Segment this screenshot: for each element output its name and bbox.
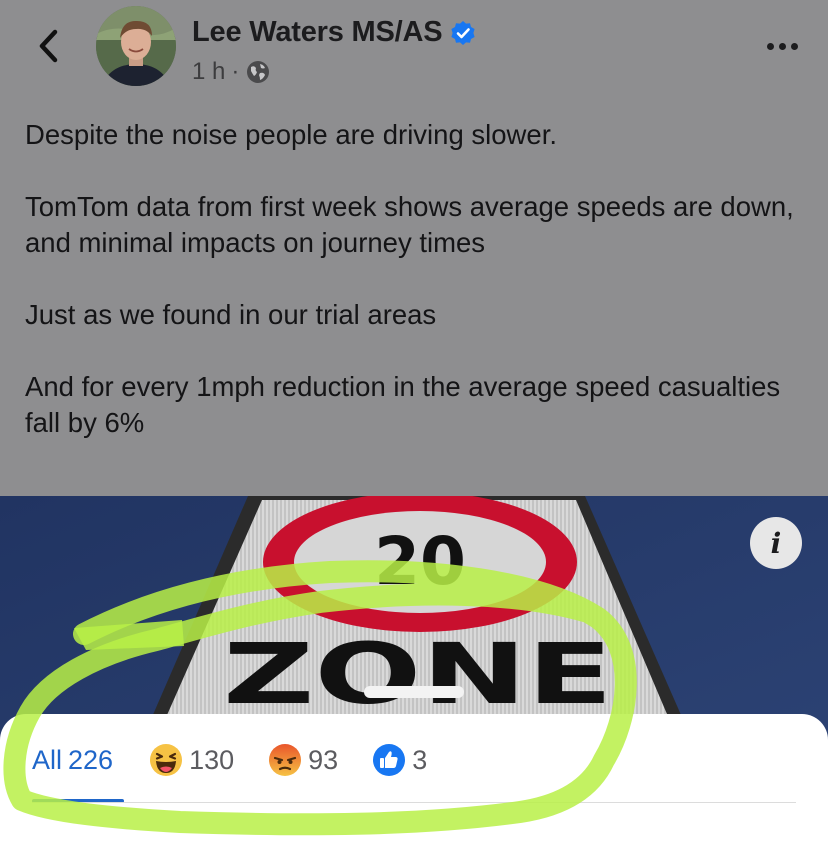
tabs-divider — [32, 802, 796, 803]
more-dot — [790, 42, 798, 50]
verified-badge-icon — [451, 20, 475, 45]
like-icon — [373, 744, 406, 776]
tab-all[interactable]: All 226 — [32, 745, 113, 776]
avatar[interactable] — [96, 6, 176, 86]
post-paragraph: TomTom data from first week shows averag… — [25, 191, 794, 258]
post-paragraph: And for every 1mph reduction in the aver… — [25, 371, 781, 438]
tab-all-count: 226 — [68, 744, 114, 775]
angry-emoji-icon — [269, 744, 302, 776]
post-text: Despite the noise people are driving slo… — [25, 117, 815, 441]
sign-number: 20 — [374, 523, 466, 600]
tab-angry-count: 93 — [308, 744, 339, 775]
reaction-tabs: All 226 130 93 3 — [32, 740, 427, 780]
tab-angry[interactable]: 93 — [268, 743, 338, 777]
back-button[interactable] — [30, 26, 66, 66]
post-time[interactable]: 1 h — [192, 58, 225, 86]
haha-emoji-icon — [150, 744, 183, 776]
author-row: Lee Waters MS/AS — [192, 16, 476, 49]
profile-photo — [96, 6, 176, 86]
info-button[interactable]: i — [750, 517, 802, 569]
post-header: Lee Waters MS/AS 1 h · — [0, 0, 828, 100]
reactions-sheet — [0, 714, 828, 854]
tab-haha[interactable]: 130 — [149, 743, 234, 777]
chevron-left-icon — [39, 29, 58, 63]
meta-separator: · — [231, 58, 240, 85]
post-meta: 1 h · — [192, 58, 271, 86]
sign-word: ZONE — [223, 625, 613, 723]
tab-like[interactable]: 3 — [372, 743, 427, 777]
more-options-icon — [766, 42, 774, 50]
sheet-drag-handle[interactable] — [364, 686, 464, 698]
post-paragraph: Just as we found in our trial areas — [25, 299, 437, 330]
tab-like-count: 3 — [412, 744, 428, 775]
tab-haha-count: 130 — [189, 744, 235, 775]
author-name[interactable]: Lee Waters MS/AS — [192, 16, 443, 49]
tab-all-label: All — [32, 744, 63, 775]
globe-icon — [247, 61, 270, 83]
more-options-button[interactable] — [762, 34, 802, 58]
more-dot — [778, 42, 786, 50]
info-icon: i — [770, 526, 782, 560]
post-paragraph: Despite the noise people are driving slo… — [25, 119, 557, 150]
